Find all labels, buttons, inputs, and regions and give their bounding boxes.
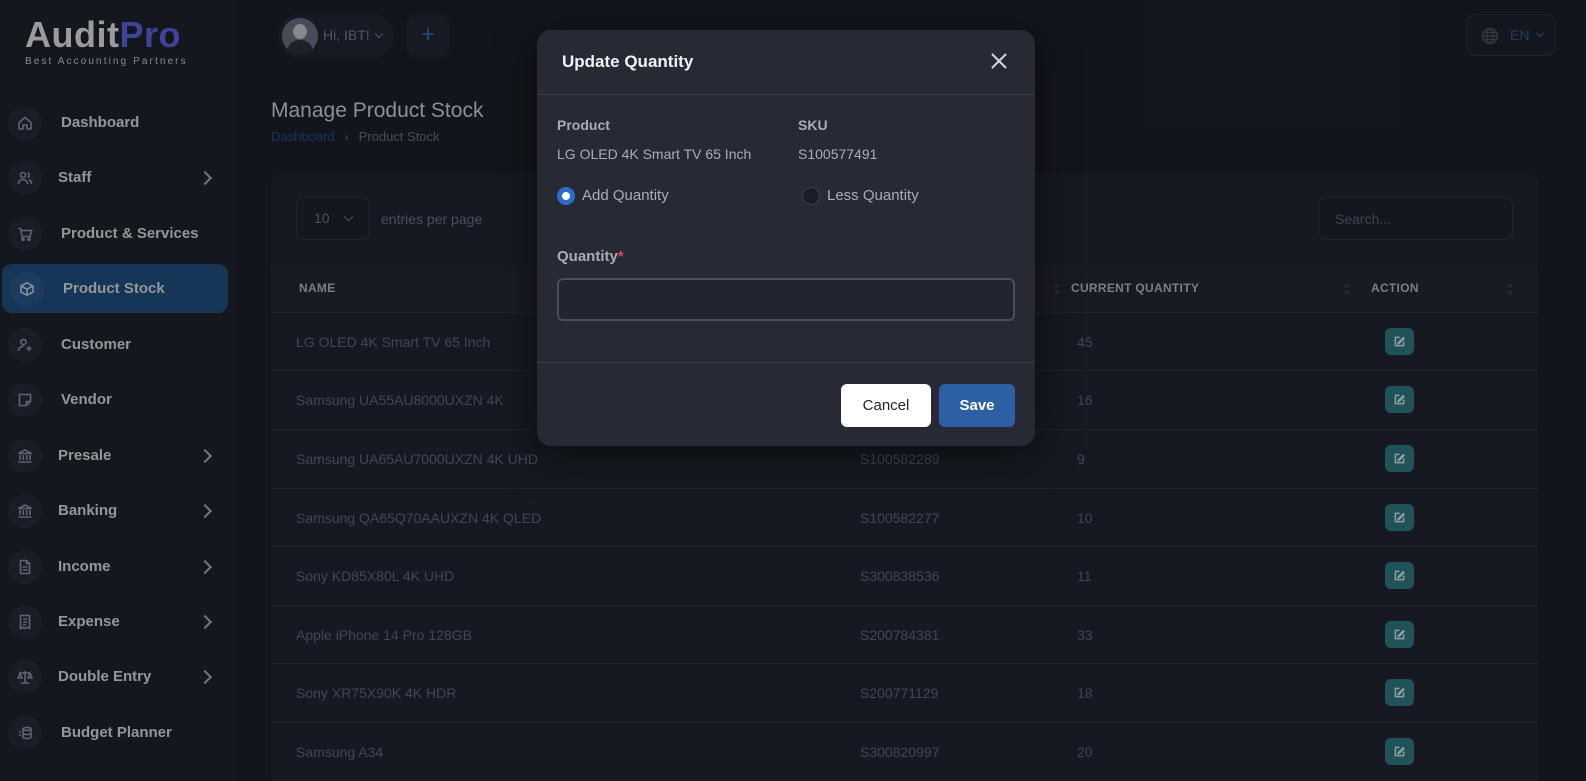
add-quantity-label[interactable]: Add Quantity	[582, 187, 669, 204]
less-quantity-radio[interactable]	[802, 187, 820, 205]
product-value: LG OLED 4K Smart TV 65 Inch	[557, 146, 752, 162]
quantity-field[interactable]	[557, 278, 1015, 321]
modal-divider	[537, 362, 1035, 363]
close-icon[interactable]	[988, 50, 1010, 72]
product-label: Product	[557, 117, 610, 133]
update-quantity-modal: Update Quantity Product LG OLED 4K Smart…	[537, 30, 1035, 446]
sku-label: SKU	[798, 117, 828, 133]
required-mark: *	[617, 248, 624, 265]
save-button[interactable]: Save	[939, 384, 1015, 427]
sku-value: S100577491	[798, 146, 878, 162]
add-quantity-radio[interactable]	[557, 187, 575, 205]
modal-divider	[537, 94, 1035, 95]
quantity-label: Quantity*	[557, 248, 624, 265]
cancel-button[interactable]: Cancel	[841, 384, 931, 427]
modal-title: Update Quantity	[562, 52, 694, 71]
quantity-label-text: Quantity	[557, 248, 618, 265]
less-quantity-label[interactable]: Less Quantity	[827, 187, 919, 204]
